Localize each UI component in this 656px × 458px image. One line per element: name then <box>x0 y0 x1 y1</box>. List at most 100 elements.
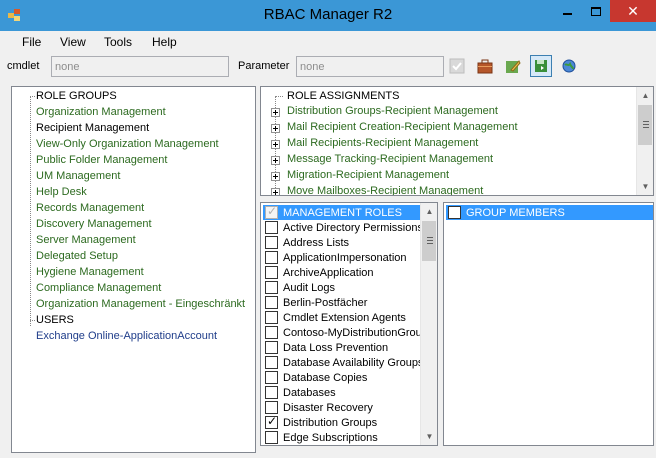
management-role-row[interactable]: Audit Logs <box>265 280 335 295</box>
role-label: Berlin-Postfächer <box>283 296 368 309</box>
parameter-label: Parameter <box>238 60 290 72</box>
role-groups-header[interactable]: ROLE GROUPS <box>36 90 117 102</box>
users-header[interactable]: USERS <box>36 314 74 326</box>
role-group-item[interactable]: Public Folder Management <box>36 154 167 166</box>
role-checkbox[interactable] <box>265 236 278 249</box>
role-group-item[interactable]: Hygiene Management <box>36 266 144 278</box>
expand-icon[interactable] <box>271 172 280 181</box>
role-assignment-item[interactable]: Move Mailboxes-Recipient Management <box>287 185 483 195</box>
management-role-row[interactable]: Distribution Groups <box>265 414 378 430</box>
role-group-item[interactable]: Help Desk <box>36 186 87 198</box>
scroll-thumb[interactable] <box>422 221 436 261</box>
role-checkbox[interactable] <box>265 251 278 264</box>
role-checkbox[interactable] <box>265 326 278 339</box>
role-assignments-header[interactable]: ROLE ASSIGNMENTS <box>287 90 399 102</box>
role-checkbox[interactable] <box>265 281 278 294</box>
role-assignment-item[interactable]: Message Tracking-Recipient Management <box>287 153 493 165</box>
role-checkbox[interactable] <box>265 341 278 354</box>
role-checkbox[interactable] <box>265 311 278 324</box>
management-role-row[interactable]: Database Copies <box>265 370 367 385</box>
management-roles-scrollbar[interactable]: ▲ ▼ <box>420 203 437 445</box>
title-bar: RBAC Manager R2 ✕ <box>0 0 656 31</box>
role-group-item[interactable]: Organization Management <box>36 106 166 118</box>
role-group-item[interactable]: Compliance Management <box>36 282 161 294</box>
management-roles-header: MANAGEMENT ROLES <box>283 206 402 219</box>
group-members-header-row[interactable]: GROUP MEMBERS <box>446 204 653 220</box>
group-members-list[interactable]: GROUP MEMBERS <box>443 202 654 446</box>
role-checkbox[interactable] <box>265 414 278 429</box>
toolbox-icon <box>477 59 493 74</box>
management-role-row[interactable]: Databases <box>265 385 336 400</box>
save-button[interactable] <box>530 55 552 77</box>
role-checkbox[interactable] <box>265 266 278 279</box>
globe-button[interactable] <box>558 55 580 77</box>
role-label: Disaster Recovery <box>283 401 373 414</box>
menu-tools[interactable]: Tools <box>104 35 132 49</box>
role-checkbox[interactable] <box>265 296 278 309</box>
role-groups-tree[interactable]: ROLE GROUPS Organization Management Reci… <box>11 86 256 453</box>
role-assignment-item[interactable]: Distribution Groups-Recipient Management <box>287 105 498 117</box>
menu-view[interactable]: View <box>60 35 86 49</box>
menu-file[interactable]: File <box>22 35 41 49</box>
role-assignment-item[interactable]: Mail Recipients-Recipient Management <box>287 137 478 149</box>
role-checkbox[interactable] <box>265 371 278 384</box>
expand-icon[interactable] <box>271 140 280 149</box>
close-button[interactable]: ✕ <box>610 0 656 22</box>
menu-help[interactable]: Help <box>152 35 177 49</box>
management-role-row[interactable]: Database Availability Groups <box>265 355 423 370</box>
expand-icon[interactable] <box>271 156 280 165</box>
management-role-row[interactable]: ApplicationImpersonation <box>265 250 407 265</box>
role-group-item[interactable]: UM Management <box>36 170 120 182</box>
management-role-row[interactable]: Address Lists <box>265 235 349 250</box>
role-assignment-item[interactable]: Mail Recipient Creation-Recipient Manage… <box>287 121 518 133</box>
management-roles-list[interactable]: MANAGEMENT ROLES Active Directory Permis… <box>260 202 438 446</box>
role-label: Database Copies <box>283 371 368 384</box>
role-group-item[interactable]: View-Only Organization Management <box>36 138 219 150</box>
role-group-item[interactable]: Server Management <box>36 234 136 246</box>
role-assignments-tree[interactable]: ROLE ASSIGNMENTS Distribution Groups-Rec… <box>260 86 654 196</box>
role-group-item[interactable]: Delegated Setup <box>36 250 118 262</box>
toolbox-button[interactable] <box>474 55 496 77</box>
role-checkbox[interactable] <box>265 221 278 234</box>
maximize-button[interactable] <box>582 0 610 22</box>
role-group-item[interactable]: Recipient Management <box>36 122 149 134</box>
management-roles-header-row[interactable]: MANAGEMENT ROLES <box>263 204 420 220</box>
management-role-row[interactable]: Berlin-Postfächer <box>265 295 367 310</box>
apply-button[interactable] <box>446 55 468 77</box>
management-role-row[interactable]: Cmdlet Extension Agents <box>265 310 406 325</box>
management-role-row[interactable]: Data Loss Prevention <box>265 340 388 355</box>
role-checkbox[interactable] <box>265 386 278 399</box>
management-role-row[interactable]: Edge Subscriptions <box>265 430 378 445</box>
group-members-header: GROUP MEMBERS <box>466 206 565 219</box>
role-group-item[interactable]: Records Management <box>36 202 144 214</box>
role-group-item[interactable]: Discovery Management <box>36 218 152 230</box>
role-checkbox[interactable] <box>265 356 278 369</box>
scroll-thumb[interactable] <box>638 105 652 145</box>
scroll-down-icon[interactable]: ▼ <box>637 178 653 195</box>
minimize-icon <box>562 13 572 15</box>
role-assignment-item[interactable]: Migration-Recipient Management <box>287 169 449 181</box>
management-role-row[interactable]: Disaster Recovery <box>265 400 373 415</box>
management-role-row[interactable]: Active Directory Permissions <box>265 220 423 235</box>
scroll-up-icon[interactable]: ▲ <box>637 87 653 104</box>
role-checkbox[interactable] <box>265 401 278 414</box>
role-group-item[interactable]: Organization Management - Eingeschränkt <box>36 298 245 310</box>
expand-icon[interactable] <box>271 124 280 133</box>
group-members-checkbox[interactable] <box>448 204 461 219</box>
edit-icon <box>506 60 521 73</box>
parameter-input[interactable] <box>296 56 444 77</box>
role-checkbox[interactable] <box>265 431 278 444</box>
minimize-button[interactable] <box>553 0 581 22</box>
cmdlet-input[interactable] <box>51 56 229 77</box>
role-assignments-scrollbar[interactable]: ▲ ▼ <box>636 87 653 195</box>
expand-icon[interactable] <box>271 188 280 195</box>
header-checkbox[interactable] <box>265 204 278 219</box>
management-role-row[interactable]: ArchiveApplication <box>265 265 374 280</box>
edit-button[interactable] <box>502 55 524 77</box>
management-role-row[interactable]: Contoso-MyDistributionGroup <box>265 325 428 340</box>
scroll-down-icon[interactable]: ▼ <box>421 428 437 445</box>
expand-icon[interactable] <box>271 108 280 117</box>
role-label: Distribution Groups <box>283 416 378 429</box>
user-item[interactable]: Exchange Online-ApplicationAccount <box>36 330 217 342</box>
scroll-up-icon[interactable]: ▲ <box>421 203 437 220</box>
